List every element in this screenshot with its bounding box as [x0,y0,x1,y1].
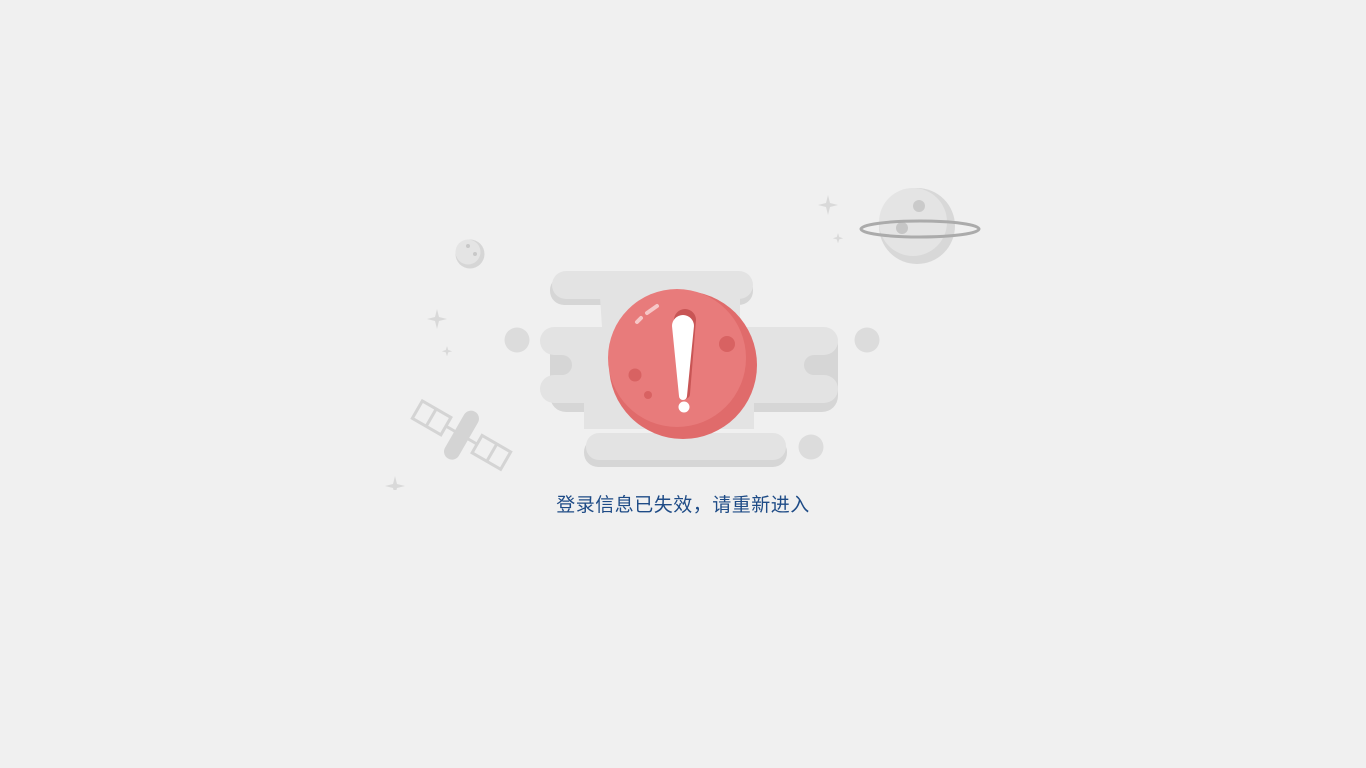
small-moon-icon [455,239,485,269]
ringed-planet-icon [859,188,981,264]
dot-right [854,327,880,353]
session-expired-illustration [385,188,981,490]
session-expired-message: 登录信息已失效，请重新进入 [556,494,810,516]
dot-bottom [798,434,824,460]
satellite-icon [410,398,513,472]
dot-left [504,327,530,353]
page: 登录信息已失效，请重新进入 [0,0,1366,768]
